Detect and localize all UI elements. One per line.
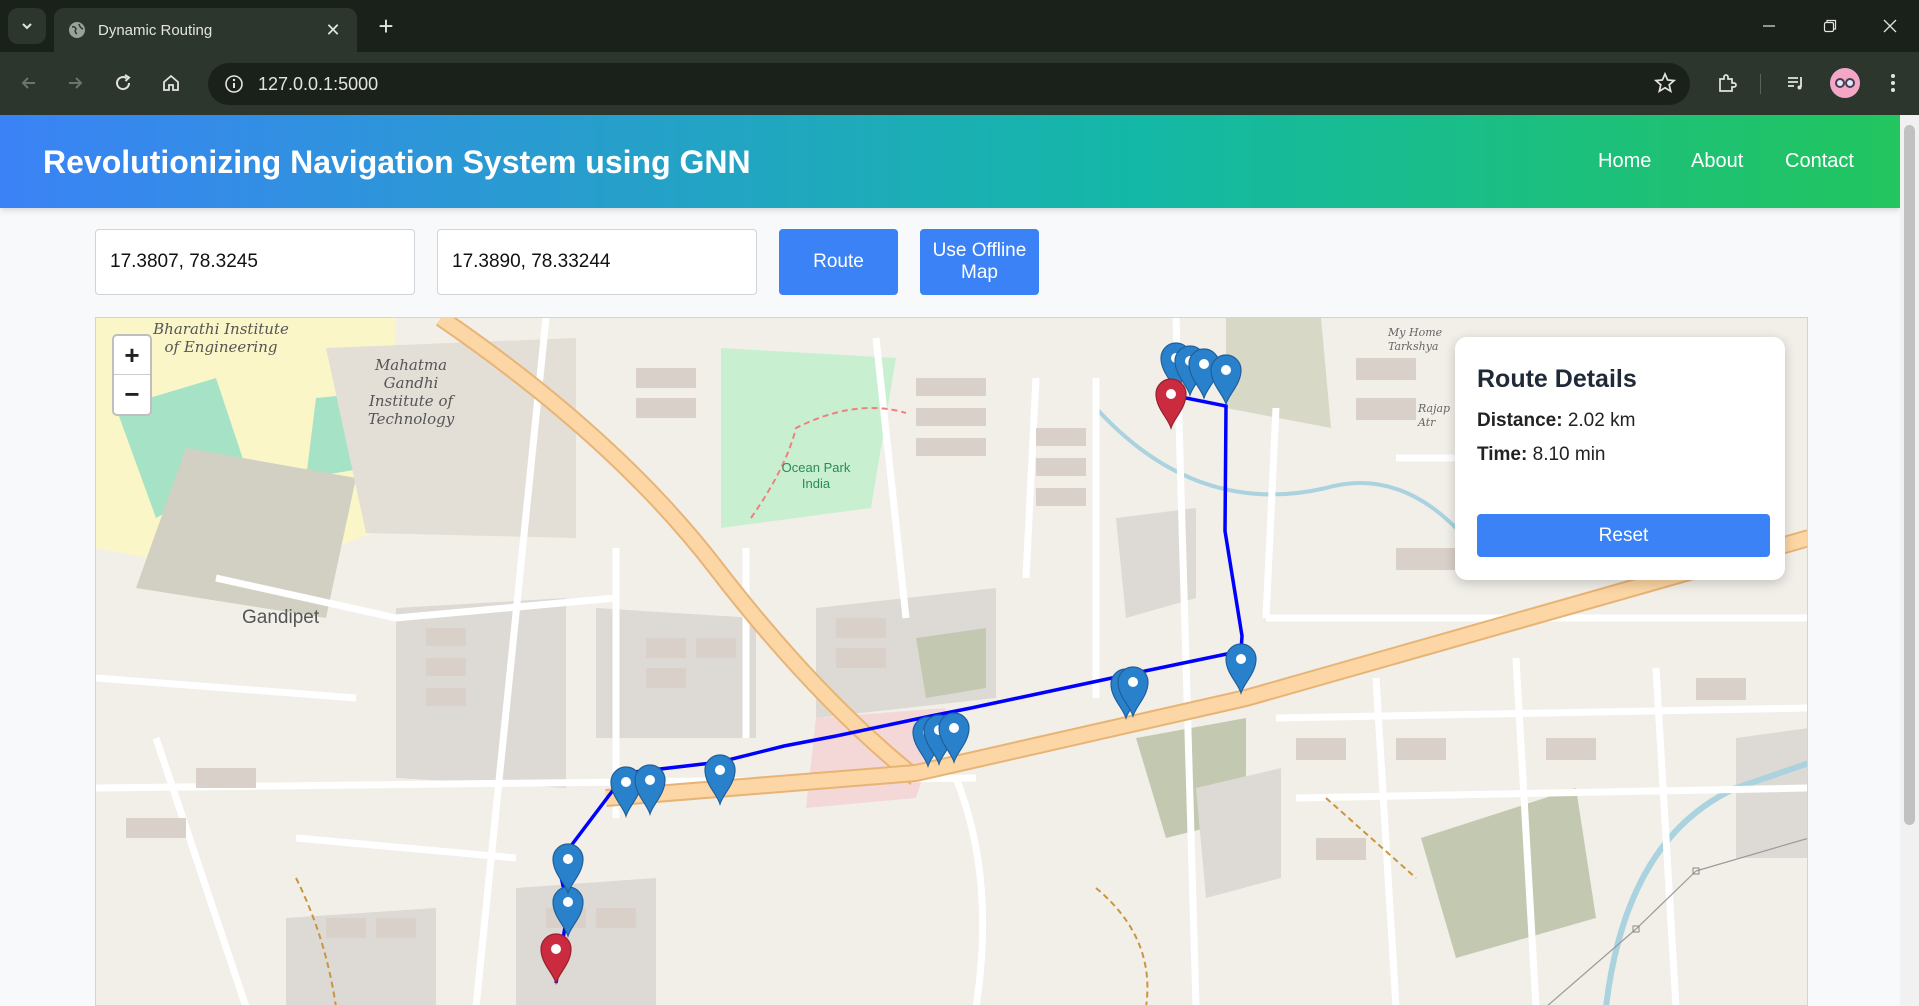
address-bar[interactable]: 127.0.0.1:5000	[208, 63, 1690, 105]
minimize-icon	[1763, 25, 1775, 27]
tab-title: Dynamic Routing	[98, 21, 213, 39]
page-scrollbar[interactable]	[1900, 115, 1919, 1006]
back-button[interactable]	[12, 66, 46, 100]
info-icon[interactable]	[222, 72, 246, 96]
home-button[interactable]	[154, 66, 188, 100]
web-page: Revolutionizing Navigation System using …	[0, 115, 1900, 1006]
time-label: Time:	[1477, 444, 1528, 465]
end-marker[interactable]	[540, 933, 572, 984]
distance-label: Distance:	[1477, 410, 1563, 431]
extensions-button[interactable]	[1710, 66, 1744, 100]
chevron-down-icon	[22, 23, 32, 30]
zoom-control: + −	[112, 334, 152, 416]
browser-tab[interactable]: Dynamic Routing ✕	[54, 8, 357, 52]
use-offline-map-button[interactable]: Use Offline Map	[920, 229, 1039, 295]
time-value: 8.10 min	[1532, 444, 1606, 465]
zoom-out-button[interactable]: −	[114, 375, 150, 414]
time-row: Time: 8.10 min	[1477, 444, 1763, 466]
profile-avatar[interactable]	[1830, 68, 1860, 98]
start-marker[interactable]	[1155, 378, 1187, 429]
home-icon	[163, 74, 179, 91]
waypoint-marker[interactable]	[1210, 354, 1242, 405]
forward-button[interactable]	[58, 66, 92, 100]
menu-button[interactable]	[1876, 66, 1910, 100]
waypoint-marker[interactable]	[634, 764, 666, 815]
destination-coordinates-input[interactable]	[437, 229, 757, 295]
reset-button[interactable]: Reset	[1477, 514, 1770, 557]
bookmark-star-icon[interactable]	[1653, 71, 1677, 99]
zoom-in-button[interactable]: +	[114, 336, 150, 375]
media-control-button[interactable]	[1779, 66, 1813, 100]
distance-value: 2.02 km	[1567, 410, 1636, 431]
site-header: Revolutionizing Navigation System using …	[0, 115, 1900, 208]
profile-glasses-icon	[1835, 78, 1855, 88]
close-window-button[interactable]	[1867, 10, 1913, 42]
globe-icon	[68, 21, 86, 39]
restore-icon	[1823, 19, 1837, 33]
waypoint-marker[interactable]	[552, 843, 584, 894]
puzzle-icon	[1719, 74, 1737, 92]
nav-about-link[interactable]: About	[1691, 150, 1743, 173]
waypoint-marker[interactable]	[1225, 643, 1257, 694]
distance-row: Distance: 2.02 km	[1477, 410, 1763, 432]
more-vertical-icon	[1891, 74, 1895, 92]
url-text: 127.0.0.1:5000	[258, 73, 379, 94]
close-tab-icon[interactable]: ✕	[323, 20, 343, 40]
close-icon	[1883, 19, 1897, 33]
browser-toolbar: 127.0.0.1:5000	[0, 52, 1919, 115]
nav-contact-link[interactable]: Contact	[1785, 150, 1854, 173]
tab-search-button[interactable]	[8, 8, 46, 44]
source-coordinates-input[interactable]	[95, 229, 415, 295]
route-button[interactable]: Route	[779, 229, 898, 295]
nav-home-link[interactable]: Home	[1598, 150, 1651, 173]
reload-button[interactable]	[106, 66, 140, 100]
site-title: Revolutionizing Navigation System using …	[43, 144, 751, 180]
arrow-left-icon	[21, 77, 35, 89]
scrollbar-thumb[interactable]	[1904, 125, 1915, 825]
browser-tab-bar: Dynamic Routing ✕ +	[0, 0, 1919, 52]
arrow-right-icon	[69, 77, 83, 89]
restore-button[interactable]	[1807, 10, 1853, 42]
minimize-button[interactable]	[1746, 10, 1792, 42]
reload-icon	[116, 74, 131, 91]
route-details-title: Route Details	[1477, 365, 1637, 393]
playlist-icon	[1788, 77, 1802, 90]
route-details-panel: Route Details Distance: 2.02 km Time: 8.…	[1455, 337, 1785, 580]
waypoint-marker[interactable]	[704, 754, 736, 805]
toolbar-separator	[1760, 74, 1761, 94]
new-tab-button[interactable]: +	[372, 12, 400, 40]
